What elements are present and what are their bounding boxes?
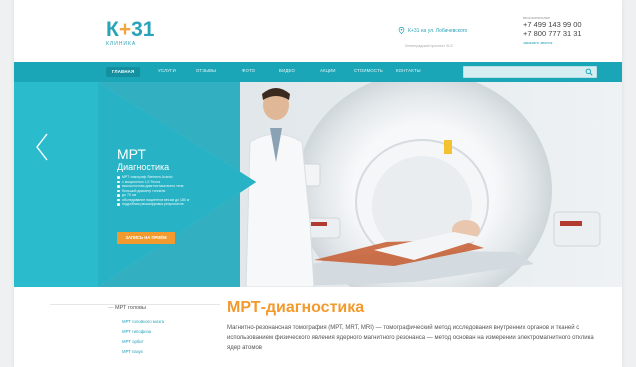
- sidebar-menu: МРТ головы МРТ головного мозга МРТ гипоф…: [104, 305, 224, 357]
- logo-plus: +: [118, 18, 132, 41]
- logo-subtitle: КЛИНИКА: [106, 41, 137, 47]
- phone-block: многоканальные +7 499 143 99 00 +7 800 7…: [523, 16, 582, 45]
- sidebar-item[interactable]: МРТ пазух: [104, 347, 224, 357]
- logo-letter: К: [106, 18, 119, 41]
- address-note: Ленинградский проспект 31/2: [405, 44, 453, 48]
- intro-paragraph: Магнитно-резонансная томография (МРТ, MR…: [227, 325, 594, 351]
- mri-scene-illustration: [14, 82, 622, 287]
- hero-banner: МРТ Диагностика МРТ-томограф Siemens Ava…: [14, 82, 622, 287]
- phone-number-1[interactable]: +7 499 143 99 00: [523, 20, 582, 29]
- sidebar-item[interactable]: МРТ головного мозга: [104, 317, 224, 327]
- sidebar-items: МРТ головного мозга МРТ гипофиза МРТ орб…: [104, 317, 224, 357]
- hero-bullet: подробная расшифровка результатов: [117, 202, 252, 207]
- page: К+31 КЛИНИКА К+31 на ул. Лобачевского Ле…: [14, 0, 622, 367]
- callback-link[interactable]: заказать звонок: [523, 40, 582, 45]
- nav-item-prices[interactable]: СТОИМОСТЬ: [354, 68, 383, 73]
- nav-item-video[interactable]: ВИДЕО: [279, 68, 295, 73]
- nav-item-contacts[interactable]: КОНТАКТЫ: [396, 68, 421, 73]
- clinic-address[interactable]: К+31 на ул. Лобачевского: [398, 27, 467, 34]
- sidebar-item[interactable]: МРТ гипофиза: [104, 327, 224, 337]
- site-header: К+31 КЛИНИКА К+31 на ул. Лобачевского Ле…: [14, 0, 622, 62]
- logo-number: 31: [131, 18, 155, 41]
- clinic-logo[interactable]: К+31 КЛИНИКА: [106, 18, 154, 52]
- hero-bullet-list: МРТ-томограф Siemens Avanto с мощностью …: [117, 175, 252, 207]
- hero-title: МРТ: [117, 146, 146, 162]
- search-icon[interactable]: [585, 68, 593, 76]
- sidebar-item[interactable]: МРТ орбит: [104, 337, 224, 347]
- main-nav: ГЛАВНАЯ УСЛУГИ ОТЗЫВЫ ФОТО ВИДЕО АКЦИИ С…: [14, 62, 622, 84]
- book-appointment-button[interactable]: ЗАПИСЬ НА ПРИЁМ: [117, 232, 175, 244]
- nav-item-reviews[interactable]: ОТЗЫВЫ: [196, 68, 216, 73]
- search-box: [463, 66, 597, 84]
- phone-number-2[interactable]: +7 800 777 31 31: [523, 29, 582, 38]
- map-pin-icon: [398, 27, 405, 34]
- sidebar-section-head[interactable]: МРТ головы: [104, 305, 224, 311]
- nav-item-services[interactable]: УСЛУГИ: [158, 68, 176, 73]
- nav-item-home[interactable]: ГЛАВНАЯ: [106, 67, 141, 77]
- slider-prev-arrow-icon[interactable]: [34, 132, 50, 162]
- address-text: К+31 на ул. Лобачевского: [408, 27, 468, 34]
- hero-subtitle: Диагностика: [117, 162, 170, 172]
- nav-item-promotions[interactable]: АКЦИИ: [320, 68, 336, 73]
- nav-item-photo[interactable]: ФОТО: [242, 68, 255, 73]
- page-title: МРТ-диагностика: [227, 299, 365, 316]
